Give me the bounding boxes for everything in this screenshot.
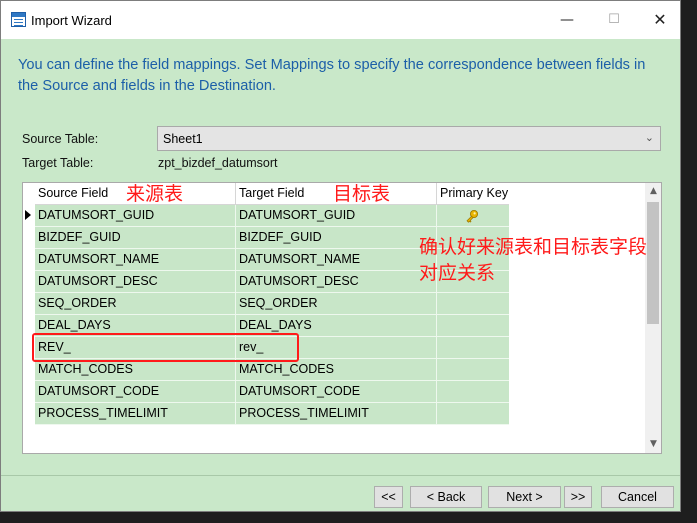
primary-key-cell[interactable]	[437, 315, 509, 337]
primary-key-cell[interactable]	[437, 381, 509, 403]
table-row[interactable]: SEQ_ORDER SEQ_ORDER	[23, 293, 509, 315]
target-field-cell[interactable]: MATCH_CODES	[236, 359, 437, 381]
target-field-cell[interactable]: DATUMSORT_DESC	[236, 271, 437, 293]
primary-key-cell[interactable]	[437, 359, 509, 381]
source-field-cell[interactable]: MATCH_CODES	[35, 359, 236, 381]
back-button[interactable]: < Back	[410, 486, 482, 508]
source-table-value: Sheet1	[163, 132, 203, 146]
next-button[interactable]: Next >	[488, 486, 561, 508]
cancel-button[interactable]: Cancel	[601, 486, 674, 508]
table-row[interactable]: DATUMSORT_GUID DATUMSORT_GUID	[23, 205, 509, 227]
source-field-cell[interactable]: BIZDEF_GUID	[35, 227, 236, 249]
current-row-arrow-icon	[25, 210, 31, 220]
row-selector	[23, 249, 35, 271]
target-field-cell[interactable]: PROCESS_TIMELIMIT	[236, 403, 437, 425]
target-field-cell[interactable]: BIZDEF_GUID	[236, 227, 437, 249]
minimize-button[interactable]: —	[553, 7, 581, 33]
intro-text: You can define the field mappings. Set M…	[18, 57, 646, 94]
key-icon	[466, 210, 478, 223]
grid-header-row: Source Field Target Field Primary Key	[23, 183, 509, 205]
title-bar: Import Wizard — ☐ ✕	[1, 1, 680, 39]
primary-key-cell[interactable]	[437, 337, 509, 359]
import-wizard-icon	[11, 12, 26, 27]
table-row[interactable]: PROCESS_TIMELIMIT PROCESS_TIMELIMIT	[23, 403, 509, 425]
source-field-cell[interactable]: DATUMSORT_DESC	[35, 271, 236, 293]
table-row[interactable]: DATUMSORT_CODE DATUMSORT_CODE	[23, 381, 509, 403]
window-title: Import Wizard	[31, 13, 112, 28]
maximize-button[interactable]: ☐	[600, 7, 628, 33]
primary-key-cell[interactable]	[437, 293, 509, 315]
vertical-scrollbar[interactable]: ▲ ▼	[645, 183, 661, 453]
row-selector	[23, 381, 35, 403]
row-selector	[23, 205, 35, 227]
source-field-cell[interactable]: DATUMSORT_GUID	[35, 205, 236, 227]
target-field-cell[interactable]: DATUMSORT_GUID	[236, 205, 437, 227]
source-table-select[interactable]: Sheet1 ⌄	[157, 126, 661, 151]
footer-divider	[1, 475, 680, 476]
target-table-label: Target Table:	[22, 156, 94, 170]
field-mapping-grid[interactable]: Source Field Target Field Primary Key DA…	[22, 182, 662, 454]
row-selector	[23, 227, 35, 249]
target-field-cell[interactable]: DATUMSORT_NAME	[236, 249, 437, 271]
source-field-cell[interactable]: DATUMSORT_CODE	[35, 381, 236, 403]
row-selector	[23, 359, 35, 381]
row-selector	[23, 293, 35, 315]
source-field-cell[interactable]: PROCESS_TIMELIMIT	[35, 403, 236, 425]
row-selector	[23, 403, 35, 425]
target-field-cell[interactable]: DATUMSORT_CODE	[236, 381, 437, 403]
annotation-source-table: 来源表	[126, 183, 184, 205]
target-table-value: zpt_bizdef_datumsort	[158, 156, 278, 170]
annotation-mapping-note: 确认好来源表和目标表字段 对应关系	[419, 234, 679, 286]
scroll-up-arrow-icon[interactable]: ▲	[645, 183, 661, 200]
source-field-cell[interactable]: SEQ_ORDER	[35, 293, 236, 315]
first-page-button[interactable]: <<	[374, 486, 403, 508]
row-selector	[23, 271, 35, 293]
annotation-note-line-2: 对应关系	[419, 262, 496, 284]
import-wizard-window: Import Wizard — ☐ ✕ You can define the f…	[0, 0, 681, 512]
close-button[interactable]: ✕	[646, 7, 674, 33]
annotation-target-table: 目标表	[333, 183, 391, 205]
primary-key-cell[interactable]	[437, 403, 509, 425]
annotation-note-line-1: 确认好来源表和目标表字段	[419, 236, 648, 258]
row-header-corner	[23, 183, 35, 205]
source-field-cell[interactable]: DATUMSORT_NAME	[35, 249, 236, 271]
table-row[interactable]: MATCH_CODES MATCH_CODES	[23, 359, 509, 381]
primary-key-cell[interactable]	[437, 205, 509, 227]
scroll-down-arrow-icon[interactable]: ▼	[645, 436, 661, 453]
last-page-button[interactable]: >>	[564, 486, 592, 508]
column-header-primary-key[interactable]: Primary Key	[437, 183, 509, 205]
target-field-cell[interactable]: SEQ_ORDER	[236, 293, 437, 315]
highlight-box-rev-row	[32, 333, 299, 362]
source-table-label: Source Table:	[22, 132, 99, 146]
chevron-down-icon: ⌄	[644, 131, 654, 144]
